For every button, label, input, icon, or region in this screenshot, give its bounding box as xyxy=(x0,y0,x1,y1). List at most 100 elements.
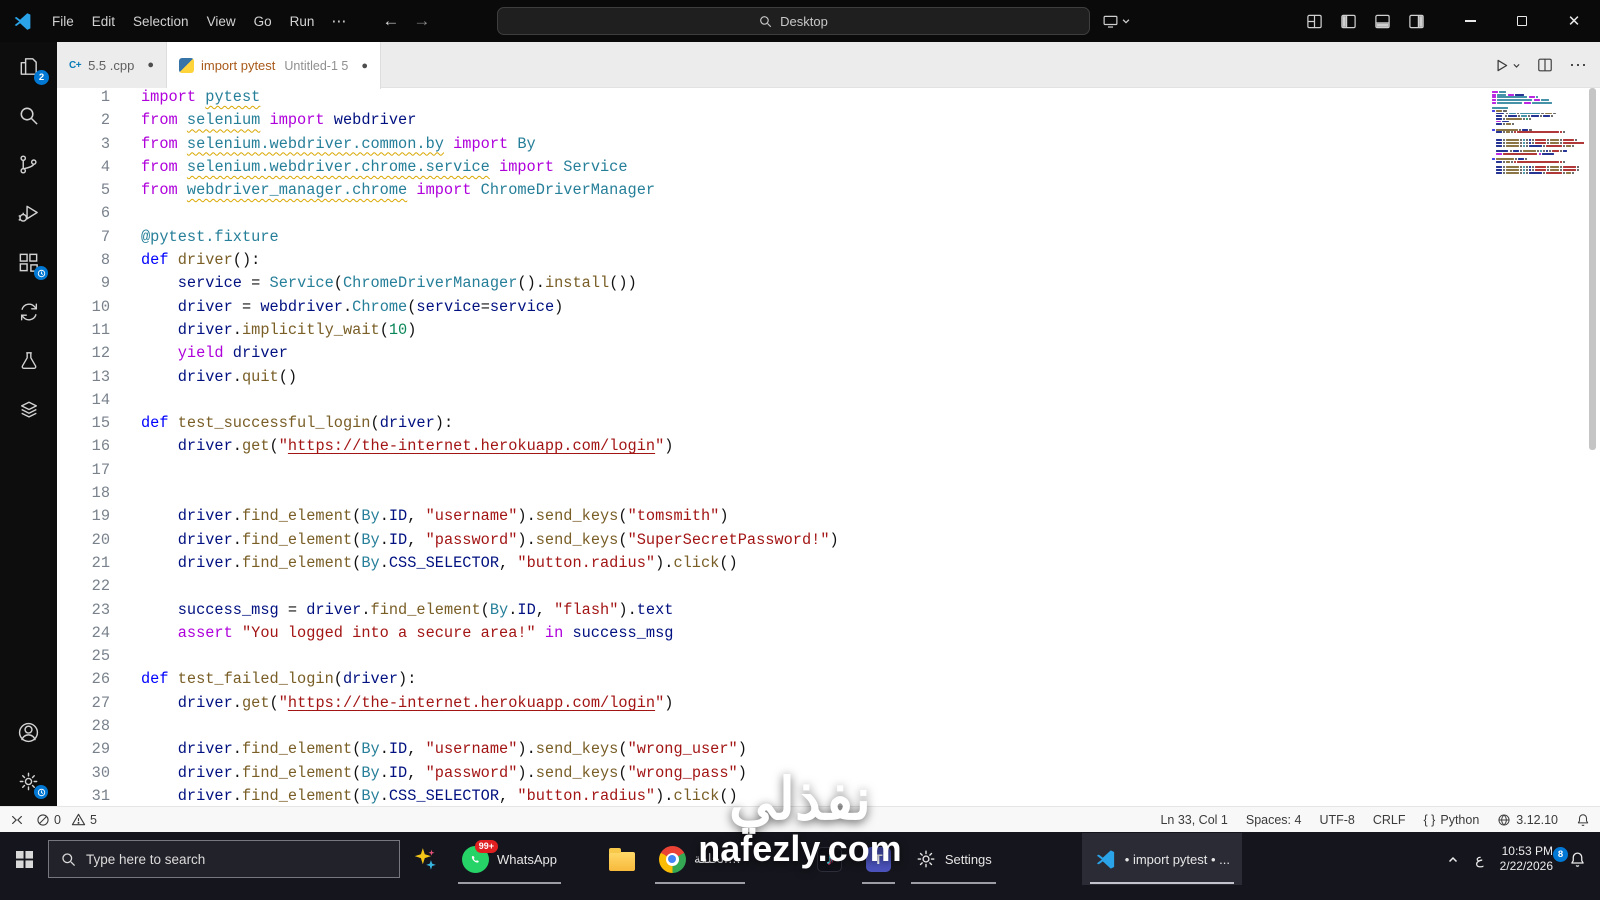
taskbar-chrome[interactable]: الحلقة… xyxy=(647,833,753,885)
code-line-13[interactable]: 13 driver.quit() xyxy=(57,366,839,389)
back-arrow-button[interactable]: ← xyxy=(382,11,399,31)
run-debug-icon[interactable] xyxy=(0,189,57,238)
line-number: 1 xyxy=(100,88,110,106)
indentation[interactable]: Spaces: 4 xyxy=(1246,813,1302,827)
menu-run[interactable]: Run xyxy=(281,10,324,33)
eol-sequence[interactable]: CRLF xyxy=(1373,813,1406,827)
code-line-23[interactable]: 23 success_msg = driver.find_element(By.… xyxy=(57,599,839,622)
code-line-29[interactable]: 29 driver.find_element(By.ID, "username"… xyxy=(57,738,839,761)
notifications-bell-icon[interactable] xyxy=(1576,813,1590,827)
editor-more-actions-icon[interactable]: ⋯ xyxy=(1569,55,1588,76)
language-mode[interactable]: { } Python xyxy=(1424,813,1480,827)
taskbar-file-explorer[interactable] xyxy=(597,833,647,885)
code-line-30[interactable]: 30 driver.find_element(By.ID, "password"… xyxy=(57,762,839,785)
taskbar-teams[interactable]: T xyxy=(854,833,903,885)
problems-indicator[interactable]: 0 5 xyxy=(36,812,97,827)
taskbar-media-app[interactable]: ♪ xyxy=(805,833,854,885)
taskbar-search-input[interactable]: Type here to search xyxy=(48,840,400,878)
code-line-16[interactable]: 16 driver.get("https://the-internet.hero… xyxy=(57,435,839,458)
code-line-7[interactable]: 7 @pytest.fixture xyxy=(57,226,839,249)
code-line-25[interactable]: 25 xyxy=(57,645,839,668)
minimize-button[interactable] xyxy=(1444,0,1496,42)
testing-beaker-icon[interactable] xyxy=(0,336,57,385)
highlights-sparkle-icon[interactable] xyxy=(400,833,450,885)
minimap[interactable] xyxy=(1492,91,1584,174)
code-line-19[interactable]: 19 driver.find_element(By.ID, "username"… xyxy=(57,505,839,528)
code-line-8[interactable]: 8 def driver(): xyxy=(57,249,839,272)
account-icon[interactable] xyxy=(0,708,57,757)
code-line-20[interactable]: 20 driver.find_element(By.ID, "password"… xyxy=(57,529,839,552)
code-line-18[interactable]: 18 xyxy=(57,482,839,505)
search-sidebar-icon[interactable] xyxy=(0,91,57,140)
customize-layout-icon[interactable] xyxy=(1306,13,1323,30)
code-line-12[interactable]: 12 yield driver xyxy=(57,342,839,365)
toggle-panel-icon[interactable] xyxy=(1374,13,1391,30)
line-number: 25 xyxy=(91,647,110,666)
close-button[interactable]: ✕ xyxy=(1548,0,1600,42)
menu-selection[interactable]: Selection xyxy=(124,10,198,33)
maximize-button[interactable] xyxy=(1496,0,1548,42)
start-button[interactable] xyxy=(0,833,48,885)
menu-more-button[interactable]: ⋯ xyxy=(323,10,354,32)
settings-gear-icon[interactable] xyxy=(0,757,57,806)
activity-bar: 2 xyxy=(0,42,57,806)
code-line-1[interactable]: 1 import pytest xyxy=(57,88,839,109)
split-editor-icon[interactable] xyxy=(1537,57,1553,73)
code-line-2[interactable]: 2 from selenium import webdriver xyxy=(57,109,839,132)
menu-view[interactable]: View xyxy=(198,10,245,33)
code-line-5[interactable]: 5 from webdriver_manager.chrome import Ch… xyxy=(57,179,839,202)
line-number: 7 xyxy=(100,227,110,246)
menu-bar: File Edit Selection View Go Run xyxy=(43,10,323,33)
code-line-21[interactable]: 21 driver.find_element(By.CSS_SELECTOR, … xyxy=(57,552,839,575)
code-line-3[interactable]: 3 from selenium.webdriver.common.by impor… xyxy=(57,133,839,156)
notification-center-button[interactable]: 8 xyxy=(1553,846,1586,868)
menu-go[interactable]: Go xyxy=(245,10,281,33)
modified-dot-icon[interactable]: ● xyxy=(147,59,154,71)
editor-tab-import-pytest[interactable]: import pytest Untitled-1 5 ● xyxy=(166,42,381,89)
source-control-icon[interactable] xyxy=(0,140,57,189)
code-line-4[interactable]: 4 from selenium.webdriver.chrome.service … xyxy=(57,156,839,179)
code-line-27[interactable]: 27 driver.get("https://the-internet.hero… xyxy=(57,692,839,715)
taskbar-settings[interactable]: Settings xyxy=(903,833,1004,885)
code-line-10[interactable]: 10 driver = webdriver.Chrome(service=ser… xyxy=(57,296,839,319)
code-line-31[interactable]: 31 driver.find_element(By.CSS_SELECTOR, … xyxy=(57,785,839,806)
line-number: 19 xyxy=(91,507,110,526)
encoding[interactable]: UTF-8 xyxy=(1319,813,1354,827)
tray-clock[interactable]: 10:53 PM 2/22/2026 xyxy=(1500,844,1553,874)
monitor-dropdown-button[interactable] xyxy=(1102,0,1131,42)
code-line-22[interactable]: 22 xyxy=(57,575,839,598)
code-line-24[interactable]: 24 assert "You logged into a secure area… xyxy=(57,622,839,645)
sync-icon[interactable] xyxy=(0,287,57,336)
code-line-9[interactable]: 9 service = Service(ChromeDriverManager(… xyxy=(57,272,839,295)
cursor-position[interactable]: Ln 33, Col 1 xyxy=(1160,813,1227,827)
code-line-28[interactable]: 28 xyxy=(57,715,839,738)
menu-file[interactable]: File xyxy=(43,10,83,33)
taskbar-whatsapp[interactable]: 99+ WhatsApp xyxy=(450,833,569,885)
code-line-26[interactable]: 26 def test_failed_login(driver): xyxy=(57,668,839,691)
layers-icon[interactable] xyxy=(0,385,57,434)
taskbar-vscode[interactable]: • import pytest • ... xyxy=(1081,833,1242,885)
python-interpreter[interactable]: 3.12.10 xyxy=(1497,813,1558,827)
modified-dot-icon[interactable]: ● xyxy=(361,60,368,72)
remote-window-icon[interactable] xyxy=(10,813,24,827)
extensions-icon[interactable] xyxy=(0,238,57,287)
whatsapp-label: WhatsApp xyxy=(497,851,557,867)
tray-chevron-up-icon[interactable] xyxy=(1447,854,1459,866)
code-line-6[interactable]: 6 xyxy=(57,202,839,225)
toggle-secondary-sidebar-icon[interactable] xyxy=(1408,13,1425,30)
code-line-17[interactable]: 17 xyxy=(57,459,839,482)
code-line-11[interactable]: 11 driver.implicitly_wait(10) xyxy=(57,319,839,342)
explorer-icon[interactable]: 2 xyxy=(0,42,57,91)
run-python-file-button[interactable] xyxy=(1493,57,1521,74)
editor-tab-5-5-cpp[interactable]: C+ 5.5 .cpp ● xyxy=(57,42,167,88)
code-line-15[interactable]: 15 def test_successful_login(driver): xyxy=(57,412,839,435)
line-number: 3 xyxy=(100,134,110,153)
menu-edit[interactable]: Edit xyxy=(83,10,124,33)
forward-arrow-button[interactable]: → xyxy=(413,11,430,31)
scrollbar-thumb[interactable] xyxy=(1589,88,1596,450)
command-center-search[interactable]: Desktop xyxy=(497,7,1090,35)
language-indicator[interactable]: ع xyxy=(1475,851,1483,868)
code-editor[interactable]: 1 import pytest 2 from selenium import webd… xyxy=(57,88,1600,806)
code-line-14[interactable]: 14 xyxy=(57,389,839,412)
toggle-sidebar-icon[interactable] xyxy=(1340,13,1357,30)
